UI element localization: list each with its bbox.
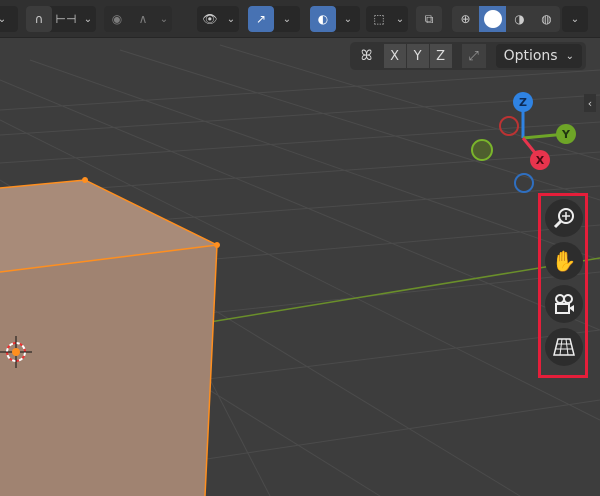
snap-increment-icon[interactable]: ⊢⊣ — [52, 6, 80, 32]
chevron-down-icon: ⌄ — [226, 13, 236, 25]
wireframe-sphere-icon[interactable]: ⊕ — [452, 6, 479, 32]
mesh-select-icon: ⬚ — [373, 12, 385, 26]
rendered-sphere-icon[interactable]: ◍ — [533, 6, 560, 32]
mirror-icon: ꕤ — [360, 48, 373, 64]
eye-icon: 👁 — [202, 12, 218, 26]
highlight-box — [538, 193, 588, 378]
gizmo-group: ↗ ⌄ — [248, 6, 300, 32]
options-label: Options — [503, 48, 558, 64]
chevron-down-icon[interactable]: ⌄ — [274, 14, 300, 25]
material-sphere-icon[interactable]: ◑ — [506, 6, 533, 32]
proportional-icon[interactable]: ◉ — [104, 6, 130, 32]
proportional-group: ◉ ∧ ⌄ — [104, 6, 172, 32]
chevron-down-icon[interactable]: ⌄ — [80, 14, 96, 25]
overlay-icon[interactable]: ◐ — [310, 6, 336, 32]
mirror-z-toggle[interactable]: Z — [429, 44, 452, 68]
sidebar-collapse-button[interactable]: ‹ — [584, 94, 596, 112]
3d-viewport[interactable]: Z Y X — [0, 0, 600, 496]
xray-button[interactable]: ⧉ — [416, 6, 442, 32]
gizmo-z-label: Z — [519, 96, 527, 109]
chevron-down-icon: ⌄ — [395, 13, 405, 25]
chevron-down-icon[interactable]: ⌄ — [156, 14, 172, 25]
options-dropdown[interactable]: Options ⌄ — [495, 44, 582, 68]
mirror-options-bar: ꕤ X Y Z ⤢ Options ⌄ — [349, 42, 586, 70]
mesh-overlay-group[interactable]: ⬚ ⌄ — [366, 6, 408, 32]
falloff-curve-icon[interactable]: ∧ — [130, 6, 156, 32]
mirror-x-toggle[interactable]: X — [383, 44, 406, 68]
chevron-down-icon: ⌄ — [570, 13, 580, 25]
shading-group: ⊕ ◑ ◍ — [452, 6, 560, 32]
gizmo-icon[interactable]: ↗ — [248, 6, 274, 32]
navigation-gizmo[interactable]: Z Y X — [471, 92, 576, 193]
chevron-down-icon[interactable]: ⌄ — [336, 14, 360, 25]
snap-group: ∩ ⊢⊣ ⌄ — [26, 6, 96, 32]
topology-mirror-icon[interactable]: ⤢ — [461, 44, 486, 68]
shading-dropdown[interactable]: ⌄ — [562, 6, 588, 32]
mirror-y-toggle[interactable]: Y — [406, 44, 429, 68]
overlay-group: ◐ ⌄ — [310, 6, 360, 32]
visibility-group[interactable]: 👁 ⌄ — [197, 6, 239, 32]
gizmo-x-label: X — [536, 154, 545, 167]
gizmo-y-label: Y — [561, 128, 571, 141]
magnet-icon[interactable]: ∩ — [26, 6, 52, 32]
xray-icon: ⧉ — [424, 11, 434, 26]
solid-sphere-icon[interactable] — [479, 6, 506, 32]
viewport-header: ⌄ ∩ ⊢⊣ ⌄ ◉ ∧ ⌄ 👁 ⌄ ↗ ⌄ ◐ ⌄ ⬚ ⌄ ⧉ ⊕ ◑ ◍ ⌄ — [0, 0, 600, 38]
chevron-down-icon: ⌄ — [565, 50, 574, 62]
previous-dropdown[interactable]: ⌄ — [0, 6, 18, 32]
